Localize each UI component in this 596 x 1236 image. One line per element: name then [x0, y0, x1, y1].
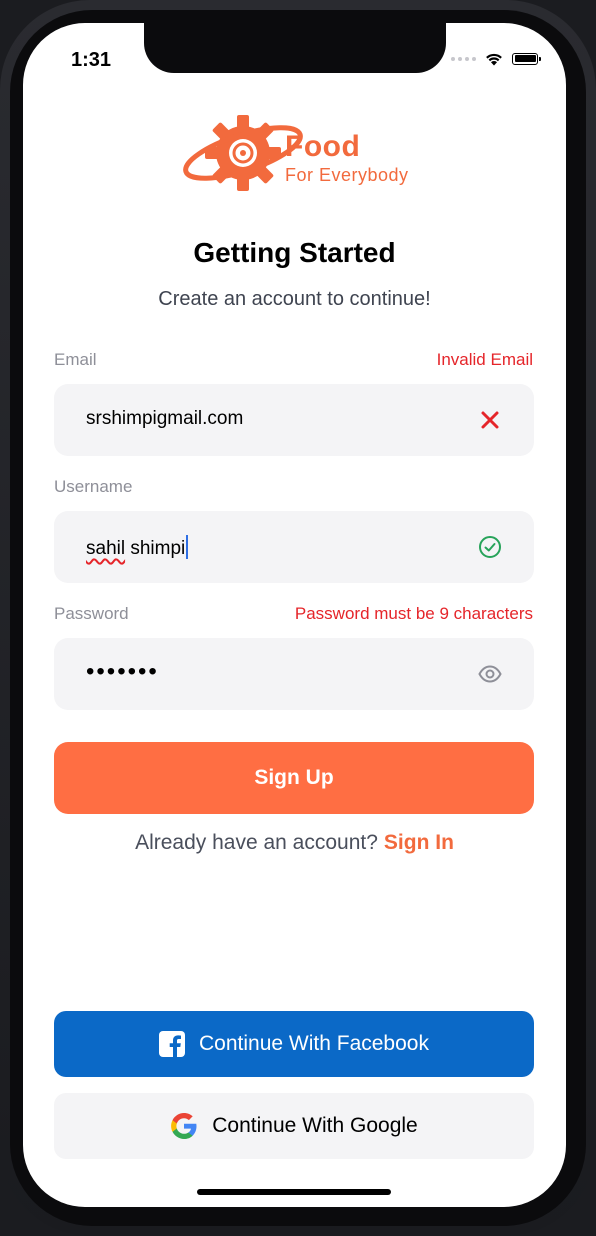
password-error: Password must be 9 characters — [294, 604, 533, 623]
password-value: ••••••• — [86, 658, 159, 685]
username-value: sahil shimpi — [86, 535, 189, 560]
email-field[interactable]: srshimpigmail.com — [54, 384, 534, 456]
phone-frame: 1:31 Food For Everybody Getting Started … — [0, 0, 596, 1236]
device-notch — [144, 23, 446, 73]
cellular-dots-icon — [451, 56, 476, 61]
email-label: Email — [54, 350, 97, 369]
home-indicator[interactable] — [197, 1189, 391, 1195]
page-subtitle: Create an account to continue! — [158, 288, 431, 310]
page-title: Getting Started — [193, 237, 396, 268]
sign-in-link[interactable]: Sign In — [384, 831, 454, 854]
username-label: Username — [54, 477, 133, 496]
misspelled-word: sahil — [86, 538, 126, 559]
text-caret — [186, 535, 189, 559]
email-value: srshimpigmail.com — [86, 408, 244, 429]
brand-name: Food — [285, 130, 361, 163]
facebook-button-label: Continue With Facebook — [199, 1032, 429, 1055]
password-field[interactable]: ••••••• — [54, 638, 534, 710]
username-field[interactable]: sahil shimpi — [54, 511, 534, 583]
continue-with-facebook-button[interactable]: Continue With Facebook — [54, 1011, 534, 1077]
facebook-icon — [159, 1031, 186, 1057]
sign-in-row: Already have an account? Sign In — [23, 831, 566, 855]
wifi-icon — [486, 53, 502, 66]
check-circle-icon — [479, 536, 501, 558]
app-screen: 1:31 Food For Everybody Getting Started … — [23, 23, 566, 1207]
close-icon[interactable] — [478, 408, 502, 432]
brand-tagline: For Everybody — [285, 165, 409, 185]
username-value-rest: shimpi — [125, 538, 186, 559]
battery-icon — [512, 52, 541, 65]
sign-up-button[interactable]: Sign Up — [54, 742, 534, 814]
status-icons — [451, 51, 541, 66]
password-label: Password — [54, 604, 129, 623]
eye-icon[interactable] — [478, 662, 502, 686]
continue-with-google-button[interactable]: Continue With Google — [54, 1093, 534, 1159]
google-button-label: Continue With Google — [212, 1114, 418, 1137]
sign-in-prompt: Already have an account? — [135, 831, 378, 854]
email-error: Invalid Email — [436, 350, 533, 369]
google-icon — [171, 1113, 197, 1139]
status-time: 1:31 — [71, 49, 112, 71]
